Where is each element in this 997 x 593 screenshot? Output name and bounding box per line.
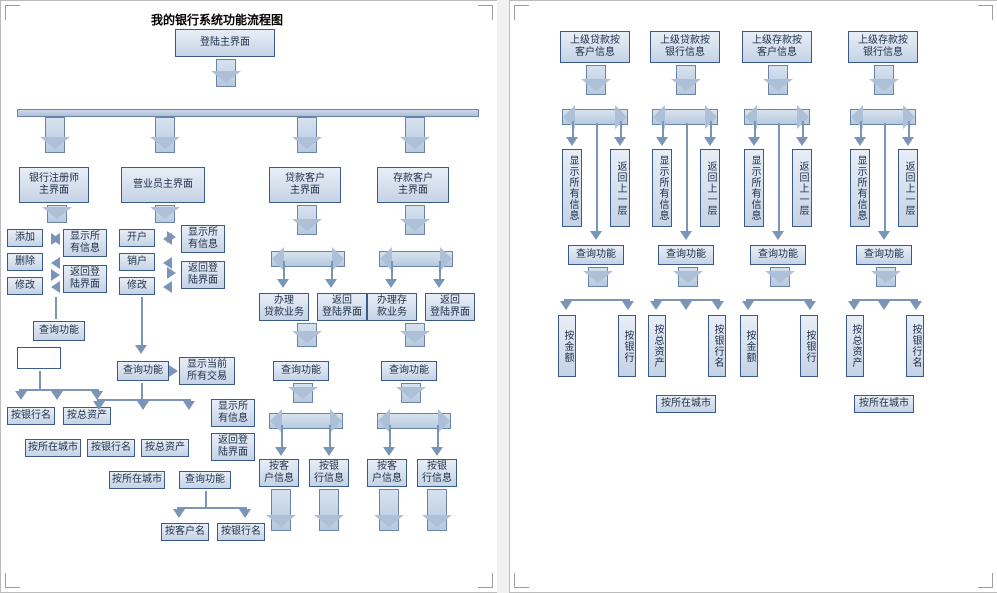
b2-q1: 按银行名 <box>87 439 135 457</box>
b3-query: 查询功能 <box>273 361 329 381</box>
pb-c3-ch1: 按金额 <box>740 315 758 377</box>
b3-p1: 办理 贷款业务 <box>259 293 309 321</box>
b2-qside: 显示当前 所有交易 <box>179 357 235 385</box>
b4-p2: 返回 登陆界面 <box>425 293 475 321</box>
pb-c2-query: 查询功能 <box>658 245 714 265</box>
b4-qc2: 按银 行信息 <box>417 459 457 487</box>
b2-edit: 修改 <box>119 277 155 295</box>
b3-qc2: 按银 行信息 <box>309 459 349 487</box>
pb-c1-query: 查询功能 <box>568 245 624 265</box>
b4-p1: 办理存 款业务 <box>367 293 417 321</box>
pb-c2-right: 返回上一层 <box>700 149 720 227</box>
pb-c4-query: 查询功能 <box>856 245 912 265</box>
b2-back: 返回登 陆界面 <box>181 261 225 289</box>
pb-c2-ch2: 按银行名 <box>708 315 726 377</box>
b2-q3: 按所在城市 <box>109 471 165 489</box>
diagram-stage: 我的银行系统功能流程图 登陆主界面 银行注册师 主界面 营业员主界面 贷款客户 … <box>0 0 997 593</box>
pb-c3-query: 查询功能 <box>750 245 806 265</box>
diagram-title: 我的银行系统功能流程图 <box>151 11 283 28</box>
root-box: 登陆主界面 <box>175 29 275 57</box>
b2-open: 开户 <box>119 229 155 247</box>
b2-q2label: 查询功能 <box>179 471 231 489</box>
b3-p2: 返回 登陆界面 <box>317 293 367 321</box>
b2-q2: 按总资产 <box>141 439 189 457</box>
pb-c4-ch1: 按总资产 <box>846 315 864 377</box>
b2-show: 显示所 有信息 <box>181 225 225 253</box>
b1-add: 添加 <box>7 229 43 247</box>
pb-c4-head: 上级存款按 银行信息 <box>848 31 918 63</box>
pb-c3-head: 上级存款按 客户信息 <box>742 31 812 63</box>
b2-q3a: 按客户名 <box>161 523 209 541</box>
b2-q2a: 显示所 有信息 <box>211 399 255 427</box>
branch1-head: 银行注册师 主界面 <box>19 167 89 203</box>
b1-edit: 修改 <box>7 277 43 295</box>
pb-c4-ch2: 按银行名 <box>906 315 924 377</box>
pb-c2-extra: 按所在城市 <box>656 395 716 413</box>
b2-query: 查询功能 <box>117 361 169 381</box>
b3-qc1: 按客 户信息 <box>259 459 299 487</box>
pb-c3-ch2: 按银行 <box>800 315 818 377</box>
b1-q1: 按银行名 <box>7 407 55 425</box>
pb-c2-ch1: 按总资产 <box>648 315 666 377</box>
pb-c1-ch2: 按银行 <box>618 315 636 377</box>
b1-back: 返回登 陆界面 <box>63 265 107 293</box>
b4-query: 查询功能 <box>381 361 437 381</box>
b1-del: 删除 <box>7 253 43 271</box>
branch2-head: 营业员主界面 <box>121 167 205 203</box>
page-left: 我的银行系统功能流程图 登陆主界面 银行注册师 主界面 营业员主界面 贷款客户 … <box>0 0 498 593</box>
pb-c4-right: 返回上一层 <box>898 149 918 227</box>
b2-q2b: 返回登 陆界面 <box>211 433 255 461</box>
pb-c2-head: 上级贷款按 银行信息 <box>650 31 720 63</box>
b1-showall: 显示所 有信息 <box>63 229 107 257</box>
pb-c1-ch1: 按金额 <box>558 315 576 377</box>
pb-c3-left: 显示所有信息 <box>744 149 764 227</box>
pb-c4-left: 显示所有信息 <box>850 149 870 227</box>
b4-qc1: 按客 户信息 <box>367 459 407 487</box>
pb-c2-left: 显示所有信息 <box>652 149 672 227</box>
page-right: 上级贷款按 客户信息 显示所有信息 返回上一层 查询功能 按金额 按银行 上级贷… <box>509 0 997 593</box>
pb-c4-extra: 按所在城市 <box>854 395 914 413</box>
pb-c3-right: 返回上一层 <box>792 149 812 227</box>
b2-close: 销户 <box>119 253 155 271</box>
page-gap <box>497 0 509 593</box>
pb-c1-head: 上级贷款按 客户信息 <box>560 31 630 63</box>
b1-blank <box>17 347 61 369</box>
pb-c1-left: 显示所有信息 <box>562 149 582 227</box>
pb-c1-right: 返回上一层 <box>610 149 630 227</box>
arrow-down-icon <box>216 59 236 87</box>
branch3-head: 贷款客户 主界面 <box>269 167 341 203</box>
branch4-head: 存款客户 主界面 <box>377 167 449 203</box>
b1-query: 查询功能 <box>33 321 85 341</box>
b1-q3: 按所在城市 <box>25 439 81 457</box>
b2-q3b: 按银行名 <box>217 523 265 541</box>
